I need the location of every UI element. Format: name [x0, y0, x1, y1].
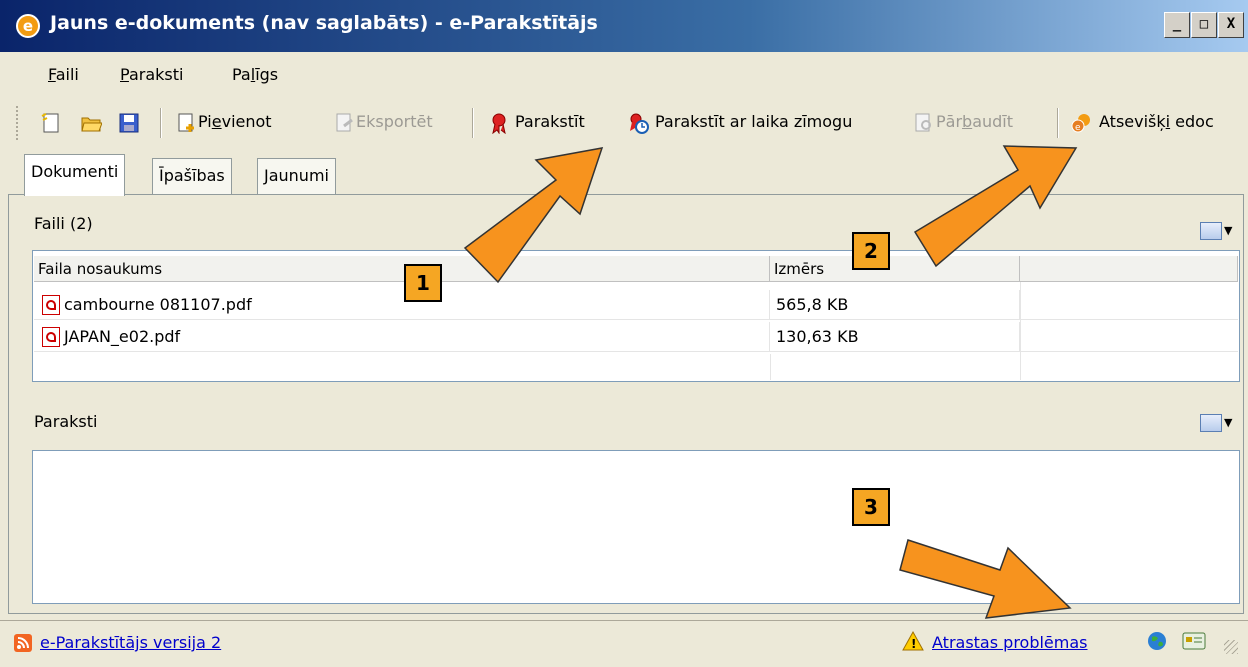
- export-button[interactable]: Eksportēt: [356, 112, 433, 131]
- column-divider: [770, 354, 771, 380]
- toolbar-separator: [1057, 108, 1059, 138]
- minimize-button[interactable]: _: [1164, 12, 1190, 38]
- callout-2: 2: [852, 232, 890, 270]
- export-icon: [336, 113, 353, 132]
- sign-button[interactable]: Parakstīt: [515, 112, 585, 131]
- save-disk-icon[interactable]: [118, 112, 140, 134]
- maximize-button[interactable]: □: [1191, 12, 1217, 38]
- svg-text:e: e: [1075, 123, 1081, 133]
- smartcard-reader-icon[interactable]: [1182, 630, 1206, 652]
- folder-open-icon[interactable]: [80, 112, 102, 134]
- add-button[interactable]: Pievienot: [198, 112, 272, 131]
- menu-paligs[interactable]: Palīgs: [232, 65, 278, 84]
- file-name: cambourne 081107.pdf: [34, 290, 770, 320]
- table-row[interactable]: JAPAN_e02.pdf 130,63 KB: [34, 322, 1238, 352]
- resize-grip[interactable]: [1224, 640, 1238, 654]
- callout-3: 3: [852, 488, 890, 526]
- toolbar-separator: [160, 108, 162, 138]
- globe-icon[interactable]: [1146, 630, 1168, 652]
- verify-icon: [915, 113, 931, 132]
- chevron-down-icon[interactable]: ▼: [1224, 416, 1232, 429]
- view-options-icon[interactable]: [1200, 414, 1222, 432]
- file-size: 130,63 KB: [770, 322, 1020, 352]
- svg-text:!: !: [911, 637, 916, 651]
- column-header-name[interactable]: Faila nosaukums: [34, 256, 770, 282]
- tab-jaunumi[interactable]: Jaunumi: [257, 158, 336, 194]
- rss-icon: [14, 634, 32, 652]
- column-header-empty[interactable]: [1020, 256, 1238, 282]
- menu-faili[interactable]: Faili: [48, 65, 79, 84]
- separate-edoc-icon: e: [1071, 114, 1090, 133]
- toolbar-grip[interactable]: [16, 106, 22, 140]
- tab-ipasibas[interactable]: Īpašības: [152, 158, 232, 194]
- sign-timestamp-button[interactable]: Parakstīt ar laika zīmogu: [655, 112, 852, 131]
- sign-ribbon-icon: [492, 113, 506, 134]
- add-file-icon: [178, 113, 194, 132]
- signatures-list[interactable]: [32, 450, 1240, 604]
- tab-dokumenti[interactable]: Dokumenti: [24, 154, 126, 196]
- column-header-size[interactable]: Izmērs: [770, 256, 1020, 282]
- chevron-down-icon[interactable]: ▼: [1224, 224, 1232, 237]
- column-divider: [1020, 282, 1021, 380]
- separate-edoc-button[interactable]: Atsevišķi edoc: [1099, 112, 1214, 131]
- close-button[interactable]: X: [1218, 12, 1244, 38]
- file-size: 565,8 KB: [770, 290, 1020, 320]
- version-link[interactable]: e-Parakstītājs versija 2: [40, 633, 221, 652]
- new-document-icon[interactable]: [40, 112, 62, 134]
- signatures-section-label: Paraksti: [34, 412, 98, 431]
- table-row[interactable]: cambourne 081107.pdf 565,8 KB: [34, 290, 1238, 320]
- callout-1: 1: [404, 264, 442, 302]
- menu-paraksti[interactable]: Paraksti: [120, 65, 183, 84]
- problems-link[interactable]: Atrastas problēmas: [932, 633, 1088, 652]
- verify-button[interactable]: Pārbaudīt: [936, 112, 1013, 131]
- files-section-label: Faili (2): [34, 214, 93, 233]
- view-options-icon[interactable]: [1200, 222, 1222, 240]
- sign-timestamp-icon: [630, 113, 649, 134]
- app-icon: e: [16, 14, 40, 38]
- file-name: JAPAN_e02.pdf: [34, 322, 770, 352]
- warning-icon: !: [902, 630, 924, 651]
- toolbar-separator: [472, 108, 474, 138]
- window-title: Jauns e-dokuments (nav saglabāts) - e-Pa…: [50, 12, 598, 34]
